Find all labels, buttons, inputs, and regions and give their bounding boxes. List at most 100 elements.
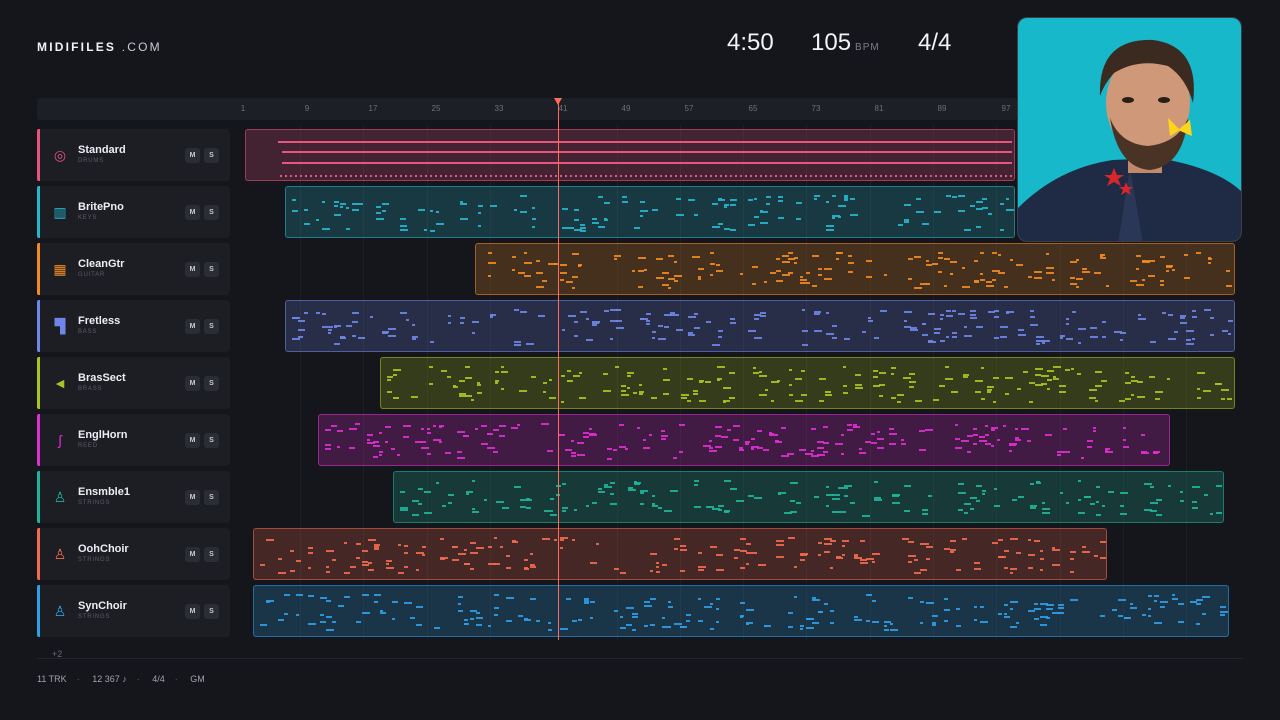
mute-button[interactable]: M	[185, 205, 200, 220]
playhead-handle[interactable]	[554, 98, 562, 105]
violin-icon: ♙	[53, 489, 67, 505]
track-color-bar	[37, 243, 40, 295]
track-header-fretless[interactable]: ▜ Fretless BASS M S	[37, 300, 230, 352]
track-name: BrasSect	[78, 372, 126, 384]
ruler-tick: 1	[240, 104, 246, 113]
drum-icon: ◎	[53, 147, 67, 163]
ruler-tick: 57	[684, 104, 694, 113]
clip-notes	[325, 423, 1160, 460]
mute-button[interactable]: M	[185, 262, 200, 277]
track-color-bar	[37, 129, 40, 181]
ruler-tick: 65	[748, 104, 758, 113]
track-category: BRASS	[78, 386, 103, 392]
track-header-englhorn[interactable]: ʃ EnglHorn REED M S	[37, 414, 230, 466]
midi-clip-englhorn[interactable]	[318, 414, 1170, 466]
track-name: OohChoir	[78, 543, 129, 555]
ruler-tick: 17	[368, 104, 378, 113]
track-name: Fretless	[78, 315, 121, 327]
solo-button[interactable]: S	[204, 205, 219, 220]
note-count: 12 367 ♪	[92, 674, 127, 684]
violin-icon: ♙	[53, 546, 67, 562]
track-category: BASS	[78, 329, 98, 335]
ruler-tick: 73	[811, 104, 821, 113]
track-name: Standard	[78, 144, 126, 156]
clip-notes	[260, 537, 1106, 574]
track-header-ensmble1[interactable]: ♙ Ensmble1 STRINGS M S	[37, 471, 230, 523]
guitar-icon: ▦	[53, 261, 67, 277]
timeline-ruler[interactable]: 1 9 17 25 33 41 49 57 65 73 81 89 97	[37, 98, 1017, 120]
portrait-photo	[1017, 17, 1242, 242]
tempo-display: 105 BPM	[811, 29, 880, 57]
solo-button[interactable]: S	[204, 547, 219, 562]
track-color-bar	[37, 300, 40, 352]
midi-clip-brassect[interactable]	[380, 357, 1235, 409]
ruler-tick: 81	[874, 104, 884, 113]
playhead-line[interactable]	[558, 100, 559, 640]
tempo-unit: BPM	[855, 42, 880, 53]
brand-name: MIDIFILES	[37, 40, 117, 54]
footer-divider	[37, 658, 1243, 659]
track-name: Ensmble1	[78, 486, 130, 498]
track-header-synchoir[interactable]: ♙ SynChoir STRINGS M S	[37, 585, 230, 637]
track-color-bar	[37, 186, 40, 238]
track-header-brassect[interactable]: ◄ BrasSect BRASS M S	[37, 357, 230, 409]
track-count: 11 TRK	[37, 674, 67, 684]
clip-notes	[387, 366, 1232, 403]
track-header-standard[interactable]: ◎ Standard DRUMS M S	[37, 129, 230, 181]
solo-button[interactable]: S	[204, 604, 219, 619]
separator: ·	[136, 674, 140, 684]
separator: ·	[76, 674, 80, 684]
portrait-illustration	[1018, 18, 1241, 241]
time-signature: 4/4	[918, 29, 952, 56]
track-category: REED	[78, 443, 98, 449]
track-header-britepno[interactable]: ▥ BritePno KEYS M S	[37, 186, 230, 238]
midi-clip-synchoir[interactable]	[253, 585, 1229, 637]
separator: ·	[174, 674, 178, 684]
mute-button[interactable]: M	[185, 148, 200, 163]
mute-button[interactable]: M	[185, 604, 200, 619]
bass-icon: ▜	[54, 318, 66, 334]
solo-button[interactable]: S	[204, 319, 219, 334]
ruler-tick: 25	[431, 104, 441, 113]
track-color-bar	[37, 357, 40, 409]
saxophone-icon: ʃ	[58, 432, 62, 448]
ruler-tick: 49	[621, 104, 631, 113]
solo-button[interactable]: S	[204, 262, 219, 277]
mute-button[interactable]: M	[185, 376, 200, 391]
piano-icon: ▥	[53, 204, 67, 220]
track-name: SynChoir	[78, 600, 127, 612]
ruler-tick: 33	[494, 104, 504, 113]
mute-button[interactable]: M	[185, 490, 200, 505]
midi-clip-oohchoir[interactable]	[253, 528, 1107, 580]
track-category: GUITAR	[78, 272, 106, 278]
track-header-cleangtr[interactable]: ▦ CleanGtr GUITAR M S	[37, 243, 230, 295]
midi-clip-fretless[interactable]	[285, 300, 1235, 352]
mute-button[interactable]: M	[185, 319, 200, 334]
solo-button[interactable]: S	[204, 433, 219, 448]
status-footer: 11 TRK · 12 367 ♪ · 4/4 · GM	[37, 674, 215, 684]
song-duration: 4:50	[727, 29, 774, 56]
clip-notes	[292, 195, 1014, 232]
midi-clip-cleangtr[interactable]	[475, 243, 1235, 295]
track-color-bar	[37, 585, 40, 637]
midi-standard: GM	[190, 674, 205, 684]
mute-button[interactable]: M	[185, 547, 200, 562]
track-header-oohchoir[interactable]: ♙ OohChoir STRINGS M S	[37, 528, 230, 580]
midi-clip-ensmble1[interactable]	[393, 471, 1224, 523]
horn-icon: ◄	[53, 375, 67, 391]
mute-button[interactable]: M	[185, 433, 200, 448]
track-category: STRINGS	[78, 614, 111, 620]
midi-clip-standard[interactable]	[245, 129, 1015, 181]
clip-notes	[278, 141, 1012, 177]
solo-button[interactable]: S	[204, 376, 219, 391]
solo-button[interactable]: S	[204, 148, 219, 163]
solo-button[interactable]: S	[204, 490, 219, 505]
clip-notes	[488, 252, 1232, 289]
ruler-tick: 89	[937, 104, 947, 113]
clip-notes	[400, 480, 1222, 517]
brand-logo: MIDIFILES .COM	[37, 40, 162, 54]
track-name: EnglHorn	[78, 429, 128, 441]
track-color-bar	[37, 528, 40, 580]
midi-clip-britepno[interactable]	[285, 186, 1015, 238]
track-color-bar	[37, 414, 40, 466]
